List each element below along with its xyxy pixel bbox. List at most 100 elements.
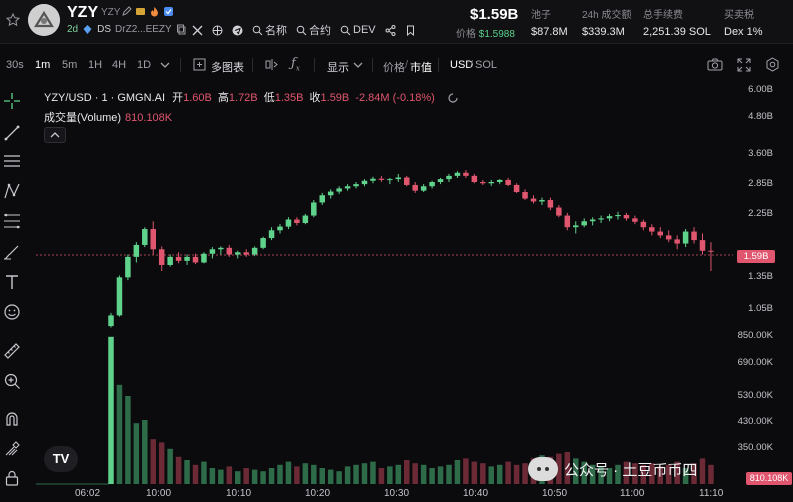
search-dev-link[interactable]: DEV (340, 24, 376, 36)
x-social-icon[interactable] (192, 25, 203, 36)
low-value: 1.35B (274, 92, 304, 104)
high-value: 1.72B (228, 92, 258, 104)
lock-drawing-icon[interactable] (3, 440, 21, 458)
lock-icon[interactable] (3, 469, 21, 487)
toolbar-divider (314, 58, 315, 72)
bookmark-icon[interactable] (405, 25, 416, 36)
collapse-legend-button[interactable] (44, 127, 66, 143)
camera-icon[interactable] (707, 58, 723, 71)
chart-toolbar: 30s 1m 5m 1H 4H 1D 多图表 ƒx 显示 价格 / 市值 USD… (0, 53, 793, 77)
mcap-toggle[interactable]: 市值 (410, 59, 432, 75)
candle-body (420, 186, 427, 191)
candle (370, 176, 376, 184)
candle (142, 227, 148, 248)
watermark: 公众号 · 土豆币币四 (528, 457, 697, 481)
zoom-in-icon[interactable] (3, 372, 21, 390)
settings-gear-icon[interactable] (765, 57, 780, 72)
compare-icon[interactable] (265, 58, 279, 71)
volume-bar (480, 463, 486, 484)
timeframe-1m[interactable]: 1m (35, 59, 50, 71)
timeframe-1d[interactable]: 1D (137, 59, 151, 71)
timeframe-1h[interactable]: 1H (88, 59, 102, 71)
candle (463, 170, 469, 178)
search-name-link[interactable]: 名称 (252, 22, 287, 38)
favorite-star-icon[interactable] (6, 13, 20, 27)
search-icon (340, 25, 351, 35)
timeframe-5m[interactable]: 5m (62, 59, 77, 71)
x-tick: 06:02 (75, 488, 101, 499)
candle-body (158, 249, 165, 265)
horizontal-lines-icon[interactable] (3, 152, 21, 170)
candle (649, 224, 655, 236)
candle (665, 230, 672, 243)
ds-label[interactable]: DS (97, 24, 111, 35)
candle (513, 183, 520, 193)
volume-legend-value: 810.108K (125, 112, 173, 124)
volume-bar (463, 458, 469, 484)
fullscreen-icon[interactable] (737, 58, 751, 72)
fib-retracement-icon[interactable] (3, 212, 21, 230)
x-tick: 10:30 (384, 488, 410, 499)
candle (471, 173, 478, 184)
candle (361, 179, 368, 187)
tradingview-logo[interactable]: TV (44, 446, 78, 472)
candlestick-chart[interactable] (28, 78, 793, 502)
volume-bar (370, 461, 376, 484)
pattern-icon[interactable] (3, 182, 21, 200)
candle-body (302, 215, 309, 223)
copy-icon[interactable] (176, 24, 187, 35)
contract-address[interactable]: DrZ2...EEZY (115, 24, 172, 35)
text-tool-icon[interactable] (3, 273, 21, 291)
timeframe-30s[interactable]: 30s (6, 59, 24, 71)
candle (311, 200, 317, 218)
candle (378, 175, 385, 182)
search-icon (252, 25, 263, 35)
timeframe-4h[interactable]: 4H (112, 59, 126, 71)
symbol-label[interactable]: YZY/USD · 1 · GMGN.AI (44, 92, 165, 104)
candle-body (260, 238, 266, 248)
globe-icon[interactable] (212, 25, 223, 36)
volume-bar (513, 464, 520, 484)
price-line: 价格 $1.5988 (456, 29, 515, 40)
volume-bar (327, 469, 334, 484)
candle-body (404, 177, 410, 185)
volume-bar (142, 420, 148, 484)
chevron-down-icon[interactable] (353, 61, 363, 69)
token-symbol: YZY (101, 7, 121, 18)
indicators-icon[interactable]: ƒx (291, 56, 300, 73)
candle-body (539, 200, 545, 202)
ruler-icon[interactable] (3, 342, 21, 360)
volume-bar (437, 466, 444, 484)
edit-icon[interactable] (121, 6, 132, 17)
candle-body (640, 221, 647, 228)
search-contract-link[interactable]: 合约 (296, 22, 331, 38)
multi-chart-button[interactable]: 多图表 (211, 59, 244, 75)
chevron-down-icon[interactable] (160, 61, 170, 69)
magnet-icon[interactable] (3, 410, 21, 428)
current-price-tag: 1.59B (737, 250, 775, 263)
toolbar-divider (438, 58, 439, 72)
candle-body (691, 231, 697, 241)
candle (387, 177, 393, 185)
candle (446, 173, 452, 182)
crosshair-icon[interactable] (3, 92, 21, 110)
telegram-icon[interactable] (232, 25, 243, 36)
verified-icon (164, 7, 173, 16)
sol-toggle[interactable]: SOL (475, 59, 497, 71)
trading-page: YZY YZY 2d DS DrZ2...EEZY 名称 合约 DEV $1.5… (0, 0, 793, 502)
candle-body (116, 277, 123, 316)
multi-chart-icon[interactable] (193, 58, 206, 71)
candle (277, 224, 283, 234)
display-dropdown[interactable]: 显示 (327, 59, 349, 75)
share-icon[interactable] (385, 24, 396, 36)
emoji-icon[interactable] (3, 303, 21, 321)
trend-line-icon[interactable] (3, 124, 21, 142)
brush-icon[interactable] (3, 243, 21, 261)
volume-bar (209, 468, 216, 484)
volume-bar (150, 439, 156, 484)
token-logo (28, 4, 60, 36)
candle (235, 250, 241, 259)
candle (412, 182, 418, 193)
price-toggle[interactable]: 价格 (383, 59, 405, 75)
volume-bar (420, 464, 427, 484)
